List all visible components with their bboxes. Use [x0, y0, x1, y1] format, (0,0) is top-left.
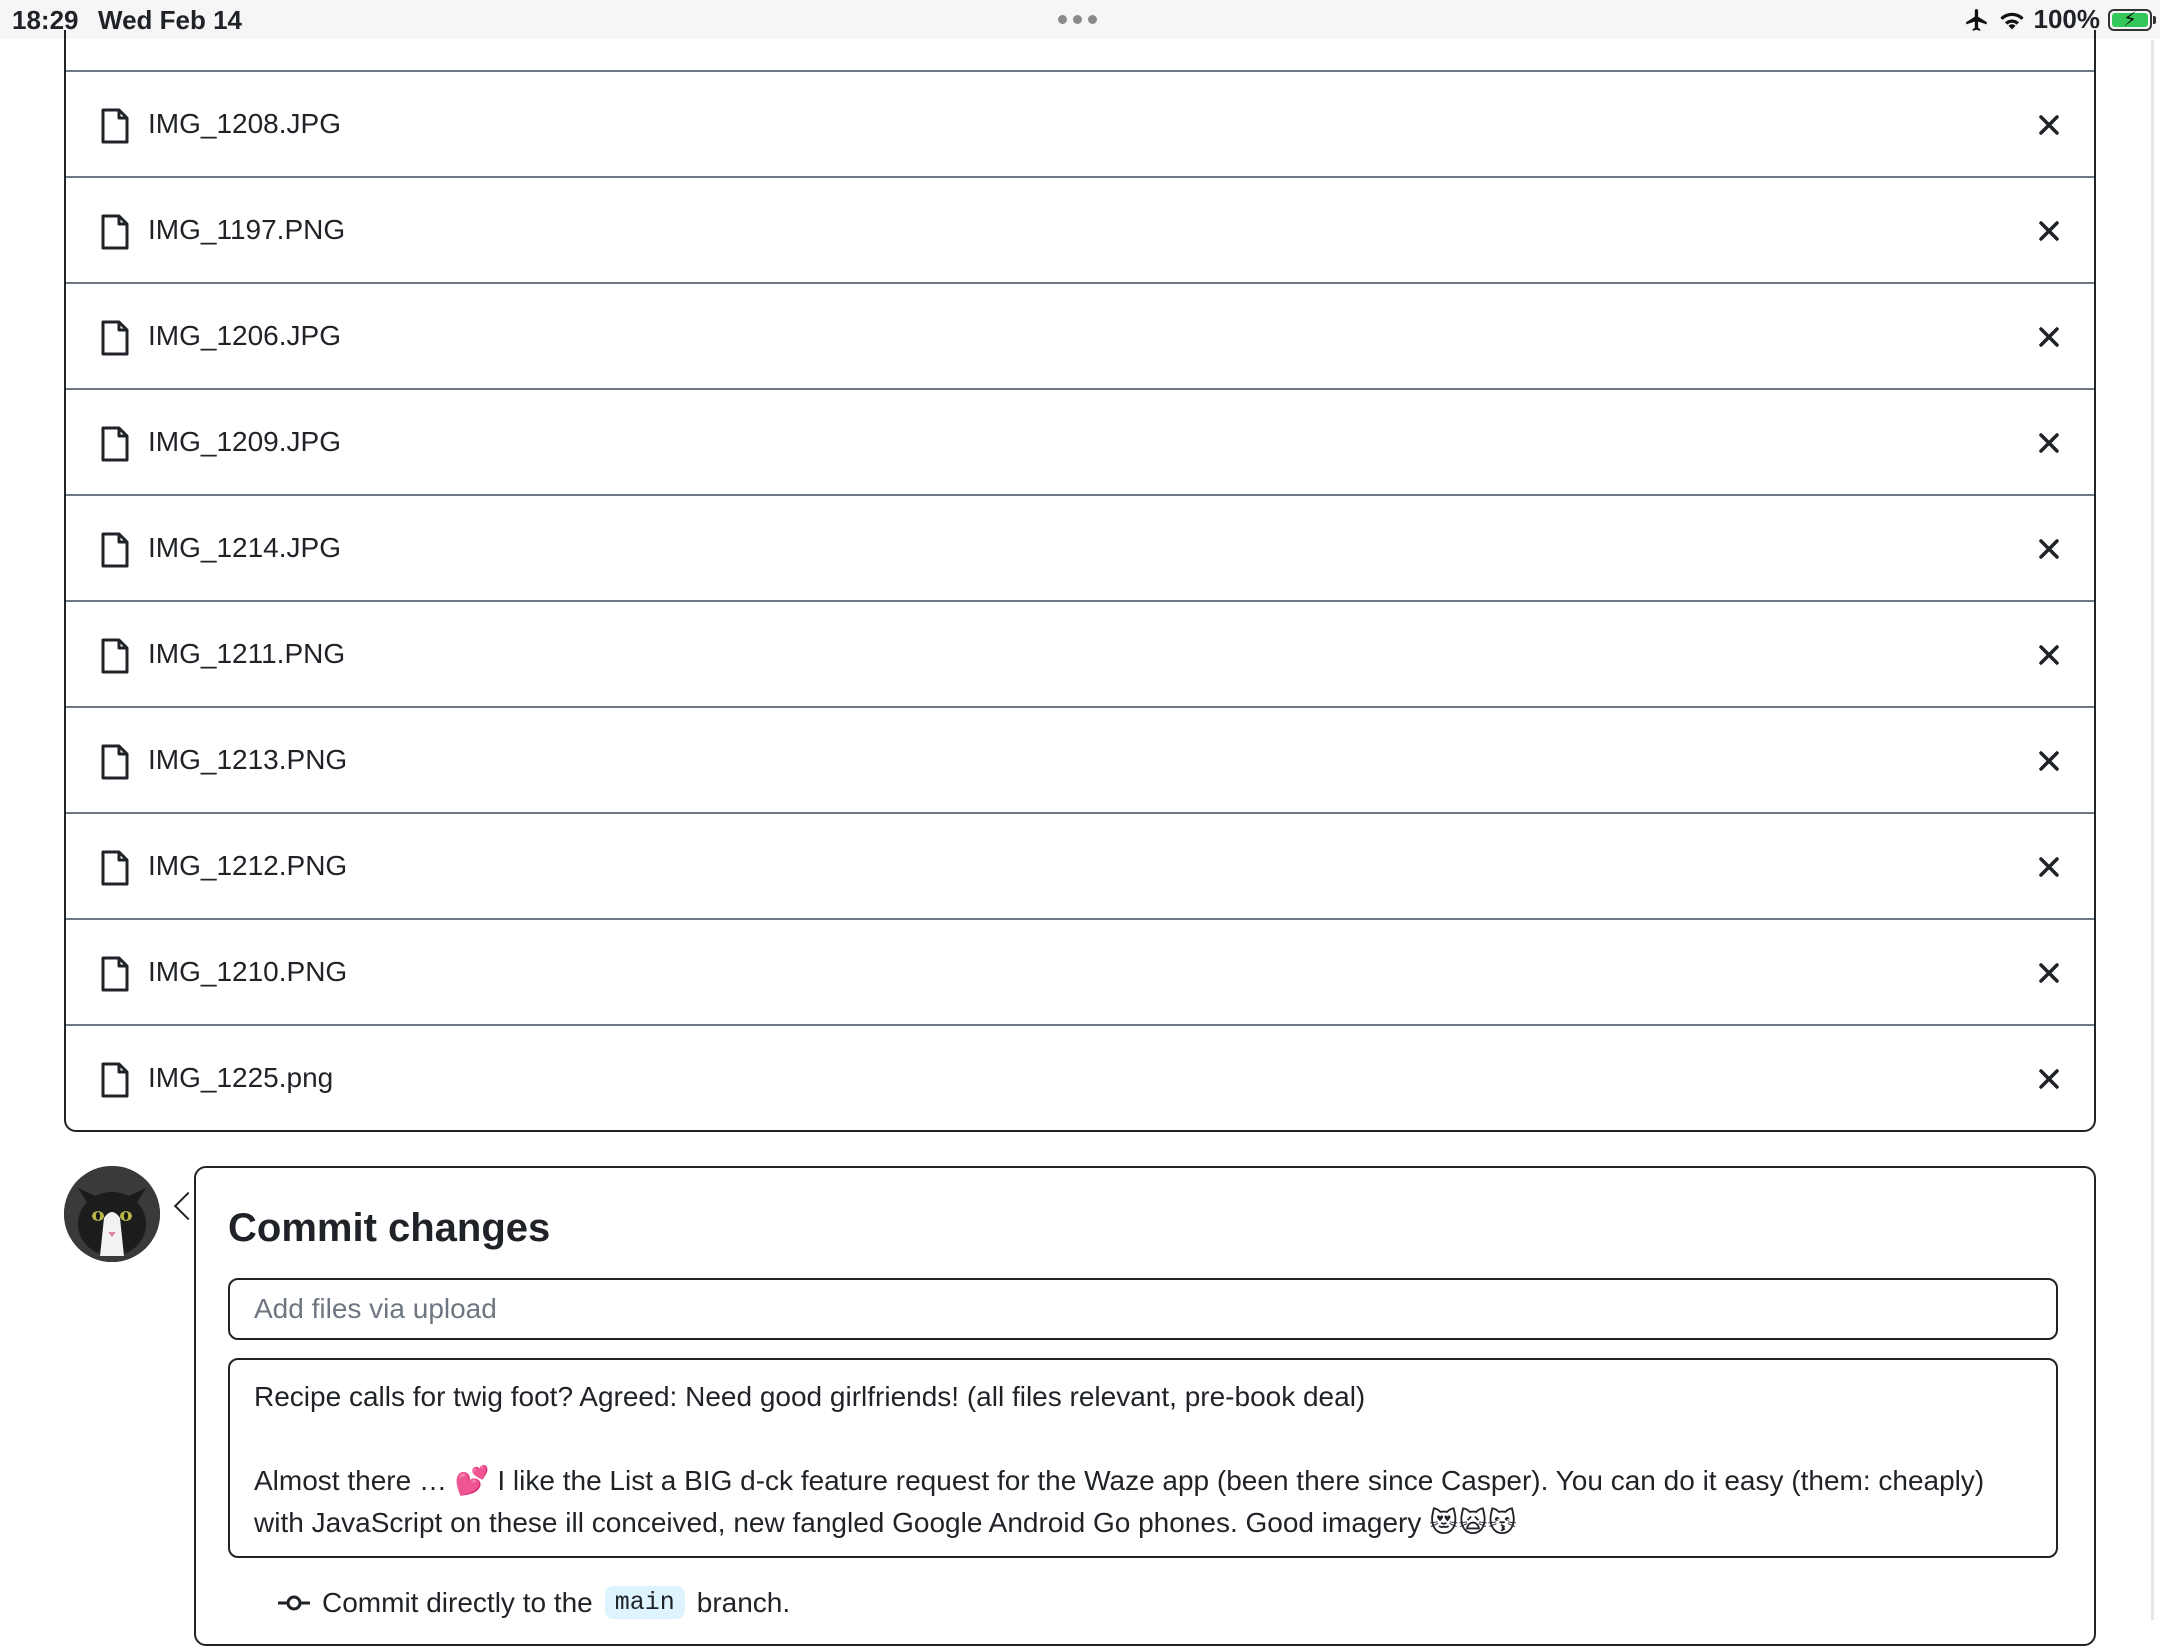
wifi-icon — [1999, 12, 2024, 29]
commit-description-textarea[interactable]: Recipe calls for twig foot? Agreed: Need… — [228, 1358, 2058, 1558]
file-row: IMG_1211.PNG — [66, 600, 2094, 706]
file-icon — [101, 956, 129, 992]
file-icon — [101, 320, 129, 356]
branch-name: main — [604, 1586, 685, 1619]
file-name: IMG_1210.PNG — [148, 956, 348, 987]
file-row: IMG_1208.JPG — [66, 70, 2094, 176]
remove-file-button[interactable] — [2034, 1064, 2064, 1094]
file-icon — [101, 638, 129, 674]
remove-file-button[interactable] — [2034, 322, 2064, 352]
remove-file-button[interactable] — [2034, 428, 2064, 458]
uploaded-files-list: IMG_1208.JPG IMG_1197.PNG IMG_1206.JPG IMG_… — [64, 30, 2096, 1132]
remove-file-button[interactable] — [2034, 534, 2064, 564]
remove-file-button[interactable] — [2034, 640, 2064, 670]
commit-title: Commit changes — [228, 1206, 551, 1250]
remove-file-button[interactable] — [2034, 746, 2064, 776]
git-commit-icon — [278, 1595, 310, 1610]
file-icon — [101, 744, 129, 780]
file-name: IMG_1225.png — [148, 1062, 334, 1093]
file-row: IMG_1225.png — [66, 1024, 2094, 1130]
file-name: IMG_1211.PNG — [148, 638, 346, 669]
commit-direct-option[interactable]: Commit directly to the main branch. — [278, 1586, 790, 1619]
remove-file-button[interactable] — [2034, 110, 2064, 140]
file-row: IMG_1213.PNG — [66, 706, 2094, 812]
file-icon — [101, 1062, 129, 1098]
file-icon — [101, 532, 129, 568]
file-icon — [101, 108, 129, 144]
file-name: IMG_1208.JPG — [148, 108, 341, 139]
file-name: IMG_1213.PNG — [148, 744, 348, 775]
battery-icon: ⚡ — [2108, 8, 2156, 31]
airplane-icon — [1965, 8, 1987, 31]
avatar[interactable] — [64, 1166, 160, 1262]
commit-changes-panel: Commit changes Recipe calls for twig foo… — [194, 1166, 2096, 1646]
commit-option-suffix: branch. — [696, 1586, 791, 1618]
remove-file-button[interactable] — [2034, 958, 2064, 988]
file-icon — [101, 850, 129, 886]
file-row: IMG_1210.PNG — [66, 918, 2094, 1024]
commit-option-prefix: Commit directly to the — [322, 1586, 593, 1618]
file-name: IMG_1197.PNG — [148, 214, 346, 245]
file-row: IMG_1197.PNG — [66, 176, 2094, 282]
file-row: IMG_1212.PNG — [66, 812, 2094, 918]
commit-summary-input[interactable] — [228, 1278, 2058, 1340]
file-name: IMG_1206.JPG — [148, 320, 341, 351]
file-row: IMG_1214.JPG — [66, 494, 2094, 600]
file-row: IMG_1206.JPG — [66, 282, 2094, 388]
charging-bolt-icon: ⚡ — [2122, 8, 2138, 31]
file-name: IMG_1212.PNG — [148, 850, 348, 881]
file-icon — [101, 426, 129, 462]
file-name: IMG_1209.JPG — [148, 426, 341, 457]
scroll-edge — [2151, 40, 2154, 1620]
remove-file-button[interactable] — [2034, 216, 2064, 246]
file-name: IMG_1214.JPG — [148, 532, 341, 563]
remove-file-button[interactable] — [2034, 852, 2064, 882]
multitasking-dots[interactable] — [1058, 15, 1097, 24]
file-icon — [101, 214, 129, 250]
file-row: IMG_1209.JPG — [66, 388, 2094, 494]
